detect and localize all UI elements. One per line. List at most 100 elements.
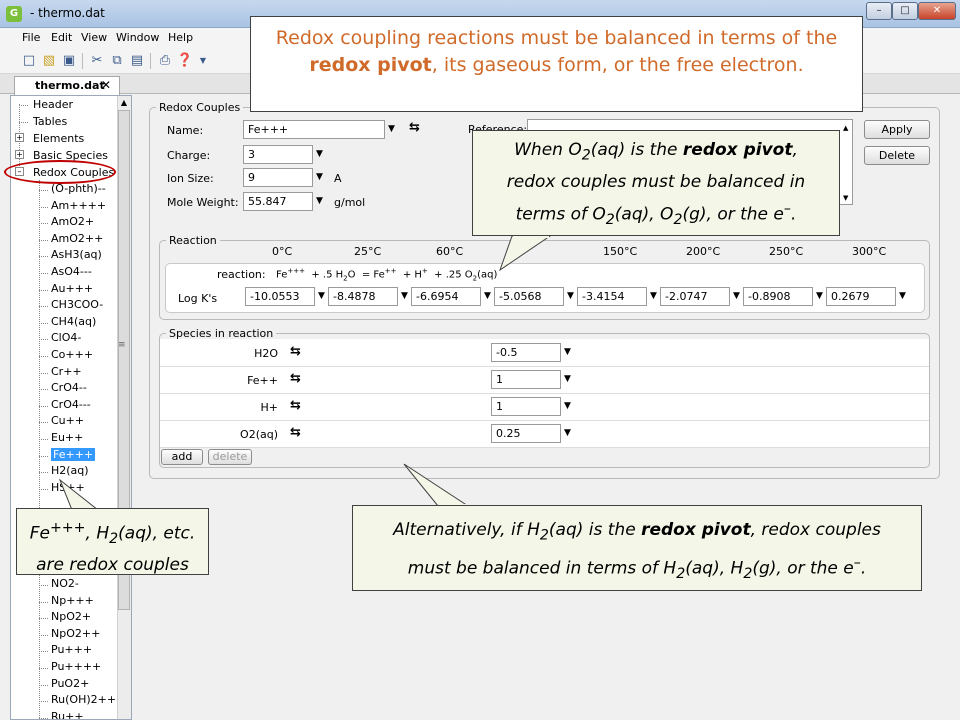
scroll-up-icon[interactable]: ▲ [118, 97, 130, 109]
tree-item-species[interactable]: Fe+++ [51, 447, 96, 461]
log-k-input[interactable]: -0.8908 [743, 287, 813, 306]
expand-icon[interactable]: + [15, 133, 24, 142]
add-button[interactable]: add [161, 449, 203, 465]
menu-edit[interactable]: Edit [51, 31, 72, 44]
log-k-input[interactable]: -6.6954 [411, 287, 481, 306]
log-k-input[interactable]: -8.4878 [328, 287, 398, 306]
tree-item-species[interactable]: AsO4--- [51, 265, 92, 278]
swap-icon[interactable]: ⇆ [290, 398, 301, 413]
tree-item-species[interactable]: NpO2++ [51, 627, 100, 640]
chevron-down-icon[interactable]: ▼ [899, 291, 906, 301]
save-icon[interactable]: ▣ [60, 52, 78, 70]
menu-view[interactable]: View [81, 31, 107, 44]
callout-redox-pivot: Redox coupling reactions must be balance… [250, 16, 863, 112]
chevron-down-icon[interactable]: ▼ [316, 196, 323, 206]
tree-item-species[interactable]: AmO2+ [51, 215, 94, 228]
species-tree[interactable]: + + – Header Tables Elements Basic Speci… [10, 95, 132, 720]
chevron-down-icon[interactable]: ▼ [318, 291, 325, 301]
menu-file[interactable]: File [22, 31, 40, 44]
species-coefficient-input[interactable]: 1 [491, 370, 561, 389]
tree-item-species[interactable]: Cu++ [51, 414, 84, 427]
tree-item-species[interactable]: ClO4- [51, 331, 81, 344]
tree-item-species[interactable]: Ru++ [51, 710, 84, 719]
tree-item-species[interactable]: Ru(OH)2++ [51, 693, 116, 706]
tree-item-species[interactable]: PuO2+ [51, 677, 89, 690]
chevron-down-icon[interactable]: ▼ [567, 291, 574, 301]
log-k-input[interactable]: -2.0747 [660, 287, 730, 306]
chevron-down-icon[interactable]: ▼ [564, 374, 571, 384]
expand-icon[interactable]: + [15, 150, 24, 159]
chevron-down-icon[interactable]: ▼ [733, 291, 740, 301]
maximize-button[interactable]: □ [892, 2, 918, 20]
paste-icon[interactable]: ▤ [128, 52, 146, 70]
print-icon[interactable]: ⎙ [156, 52, 174, 70]
tree-item-species[interactable]: Au+++ [51, 282, 93, 295]
tree-item-species[interactable]: AmO2++ [51, 232, 103, 245]
chevron-down-icon[interactable]: ▼ [564, 347, 571, 357]
chevron-down-icon[interactable]: ▼ [401, 291, 408, 301]
tree-item-species[interactable]: Eu++ [51, 431, 83, 444]
chevron-down-icon[interactable]: ▼ [484, 291, 491, 301]
scroll-up-icon[interactable]: ▲ [843, 124, 848, 132]
menu-help[interactable]: Help [168, 31, 193, 44]
log-k-input[interactable]: -3.4154 [577, 287, 647, 306]
tree-item-species[interactable]: CH4(aq) [51, 315, 96, 328]
tree-item-species[interactable]: Pu+++ [51, 643, 92, 656]
tree-item-species[interactable]: Pu++++ [51, 660, 101, 673]
species-coefficient-input[interactable]: 0.25 [491, 424, 561, 443]
tree-guide [19, 105, 28, 106]
charge-input[interactable]: 3 [243, 145, 313, 164]
species-coefficient-input[interactable]: 1 [491, 397, 561, 416]
tree-guide [39, 372, 48, 374]
tree-guide [39, 618, 48, 620]
cut-icon[interactable]: ✂ [88, 52, 106, 70]
swap-icon[interactable]: ⇆ [290, 344, 301, 359]
new-file-icon[interactable]: □ [20, 52, 38, 70]
log-k-input[interactable]: -10.0553 [245, 287, 315, 306]
chevron-down-icon[interactable]: ▼ [816, 291, 823, 301]
chevron-down-icon[interactable]: ▼ [564, 428, 571, 438]
ion-size-input[interactable]: 9 [243, 168, 313, 187]
tree-item-tables[interactable]: Tables [33, 115, 67, 128]
swap-icon[interactable]: ⇆ [290, 371, 301, 386]
tree-item-species[interactable]: H2(aq) [51, 464, 89, 477]
name-label: Name: [167, 124, 204, 137]
tree-item-species[interactable]: Cr++ [51, 365, 82, 378]
scroll-down-icon[interactable]: ▼ [843, 194, 848, 202]
swap-icon[interactable]: ⇆ [409, 120, 420, 135]
chevron-down-icon[interactable]: ▼ [316, 172, 323, 182]
tree-item-species[interactable]: NpO2+ [51, 610, 91, 623]
chevron-down-icon[interactable]: ▼ [650, 291, 657, 301]
chevron-down-icon[interactable]: ▼ [194, 52, 212, 70]
tree-item-species[interactable]: CrO4--- [51, 398, 91, 411]
mole-weight-input[interactable]: 55.847 [243, 192, 313, 211]
swap-icon[interactable]: ⇆ [290, 425, 301, 440]
apply-button[interactable]: Apply [864, 120, 930, 139]
log-k-input[interactable]: 0.2679 [826, 287, 896, 306]
copy-icon[interactable]: ⧉ [108, 52, 126, 70]
chevron-down-icon[interactable]: ▼ [388, 124, 395, 134]
tree-item-species[interactable]: CrO4-- [51, 381, 87, 394]
minimize-button[interactable]: – [866, 2, 892, 20]
tree-item-species[interactable]: Np+++ [51, 594, 94, 607]
tree-item-label: Fe+++ [51, 447, 96, 461]
tree-item-species[interactable]: NO2- [51, 577, 79, 590]
tree-item-species[interactable]: Am++++ [51, 199, 106, 212]
name-input[interactable]: Fe+++ [243, 120, 385, 139]
close-icon[interactable]: ✕ [101, 78, 111, 92]
tree-item-species[interactable]: CH3COO- [51, 298, 103, 311]
log-k-input[interactable]: -5.0568 [494, 287, 564, 306]
open-folder-icon[interactable]: ▧ [40, 52, 58, 70]
tree-item-species[interactable]: Co+++ [51, 348, 93, 361]
chevron-down-icon[interactable]: ▼ [564, 401, 571, 411]
tree-item-elements[interactable]: Elements [33, 132, 84, 145]
species-coefficient-input[interactable]: -0.5 [491, 343, 561, 362]
menu-window[interactable]: Window [116, 31, 159, 44]
tab-thermo-dat[interactable]: thermo.dat ✕ [14, 76, 120, 95]
tree-item-species[interactable]: AsH3(aq) [51, 248, 102, 261]
tree-item-header[interactable]: Header [33, 98, 73, 111]
chevron-down-icon[interactable]: ▼ [316, 149, 323, 159]
delete-button[interactable]: Delete [864, 146, 930, 165]
close-button[interactable]: ✕ [918, 2, 956, 20]
help-icon[interactable]: ❓ [176, 52, 194, 70]
